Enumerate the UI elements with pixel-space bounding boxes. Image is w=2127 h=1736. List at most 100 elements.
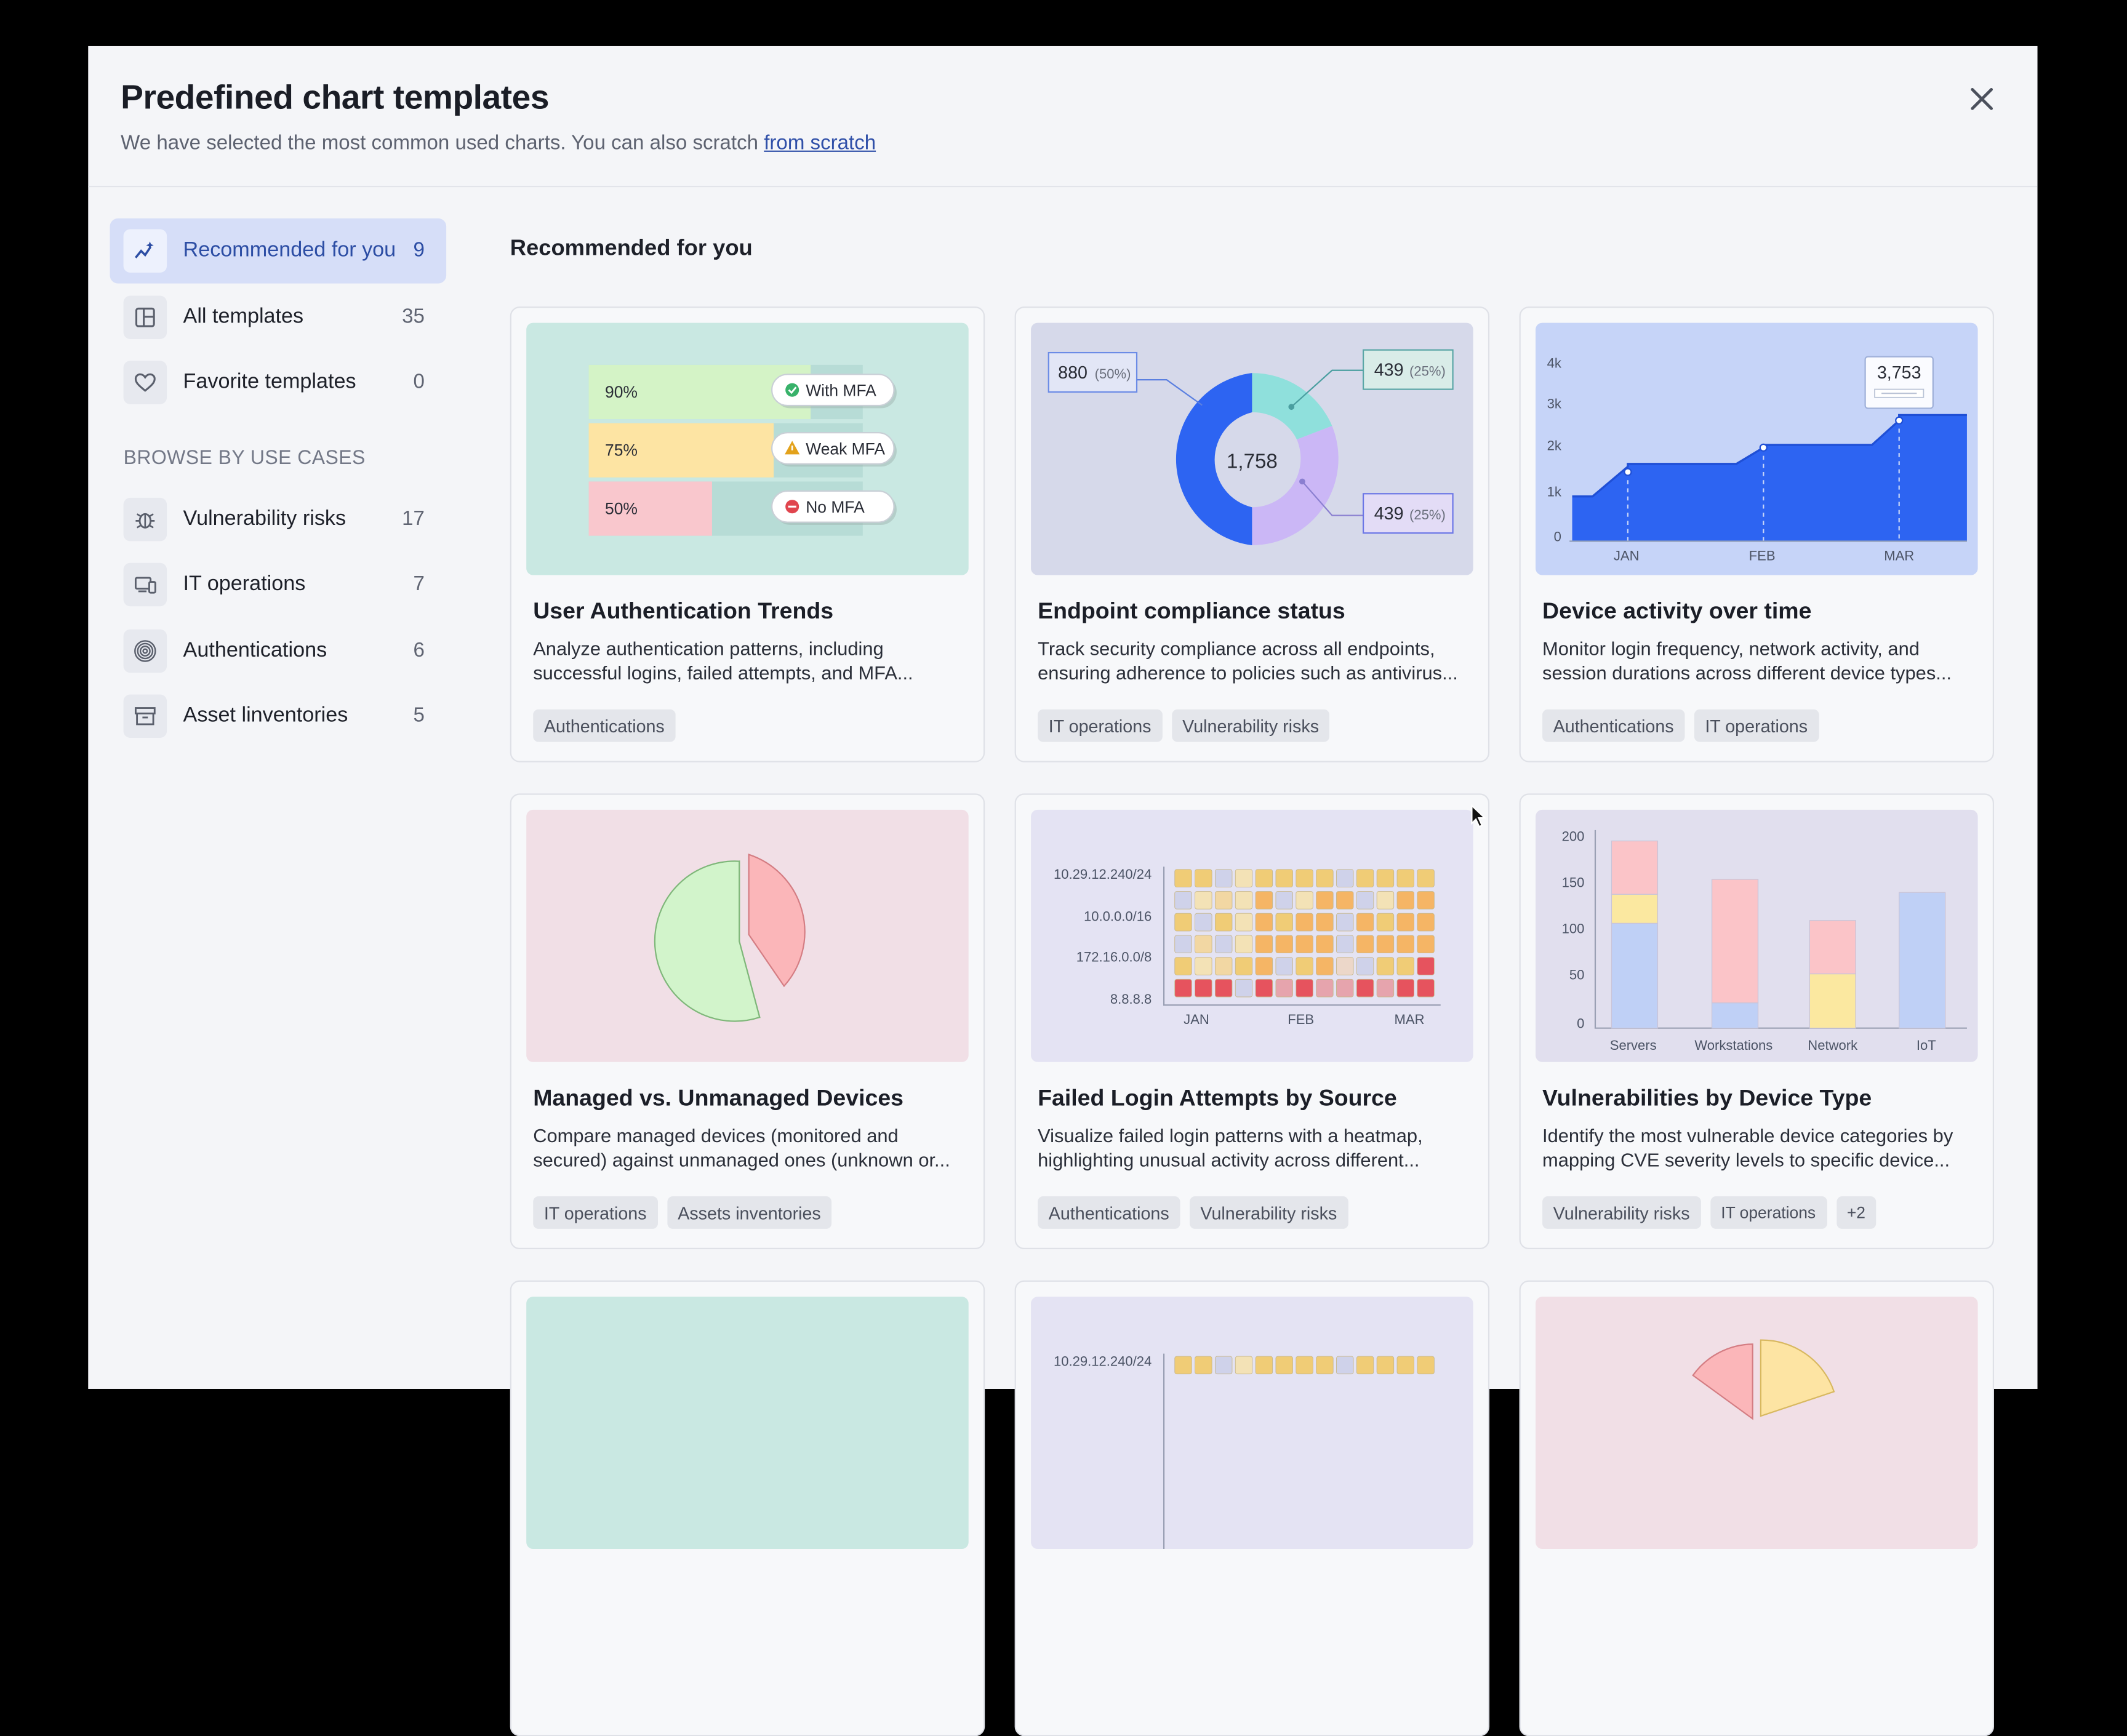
x-tick: JAN: [1614, 548, 1640, 563]
stacked-bar-segment: [1611, 894, 1659, 924]
modal-title: Predefined chart templates: [121, 78, 550, 117]
heatmap-cell: [1255, 957, 1273, 975]
heatmap-cell: [1356, 891, 1374, 910]
heatmap-cell: [1235, 935, 1253, 954]
heatmap-cell: [1214, 869, 1233, 887]
heatmap-cell: [1417, 869, 1435, 887]
heatmap-cell: [1275, 869, 1293, 887]
heatmap-cell: [1174, 957, 1192, 975]
heatmap-cell: [1214, 891, 1233, 910]
heatmap-cell: [1195, 891, 1212, 910]
use-cases-section-label: BROWSE BY USE CASES: [123, 447, 366, 469]
sidebar: Recommended for you 9 All templates 35 F…: [110, 218, 447, 750]
x-tick: JAN: [1184, 1012, 1209, 1027]
stacked-bar-segment: [1711, 1002, 1759, 1029]
card-tags: Authentications Vulnerability risks: [1038, 1196, 1348, 1229]
sidebar-item-vulnerability-risks[interactable]: Vulnerability risks 17: [110, 486, 447, 551]
sidebar-item-recommended[interactable]: Recommended for you 9: [110, 218, 447, 284]
bug-icon: [123, 497, 167, 541]
section-title: Recommended for you: [510, 236, 753, 261]
template-card-peek[interactable]: [1519, 1280, 1994, 1736]
sidebar-item-label: Vulnerability risks: [183, 506, 346, 530]
thumb-stacked-bars: 200 150 100 50 0 Servers Workstations Ne…: [1536, 809, 1978, 1062]
heatmap-cell: [1235, 913, 1253, 932]
heatmap-cell: [1356, 957, 1374, 975]
template-card-auth-trends[interactable]: 90% With MFA 75% Weak MFA 50% No MFA User Aut…: [510, 306, 985, 762]
heatmap-cell: [1417, 1356, 1435, 1375]
tag-more[interactable]: +2: [1836, 1196, 1877, 1229]
stacked-bar-segment: [1611, 840, 1659, 895]
heatmap-cell: [1275, 891, 1293, 910]
heatmap-cell: [1376, 869, 1395, 887]
card-tags: Authentications IT operations: [1542, 709, 1819, 742]
heatmap-cell: [1336, 935, 1354, 954]
heatmap-cell: [1396, 869, 1414, 887]
heatmap-cell: [1195, 913, 1212, 932]
thumb-peek: [526, 1297, 969, 1550]
heatmap-cell: [1195, 935, 1212, 954]
heatmap-cell: [1336, 913, 1354, 932]
tooltip-value: 3,753: [1877, 363, 1921, 383]
y-tick: 3k: [1547, 396, 1562, 411]
card-tags: IT operations Vulnerability risks: [1038, 709, 1330, 742]
heatmap-cell: [1417, 978, 1435, 998]
template-card-device-activity[interactable]: 4k 3k 2k 1k 0 JAN FEB MAR 3,753 Device a…: [1519, 306, 1994, 762]
donut-callout-pct: (25%): [1409, 364, 1446, 379]
heatmap-cell: [1195, 957, 1212, 975]
x-tick: FEB: [1749, 548, 1776, 563]
donut-total: 1,758: [1227, 450, 1278, 473]
y-tick: 2k: [1547, 438, 1562, 454]
card-description: Compare managed devices (monitored and s…: [533, 1124, 950, 1171]
sidebar-item-favorites[interactable]: Favorite templates 0: [110, 350, 447, 415]
y-tick: 200: [1562, 829, 1585, 844]
sidebar-item-count: 5: [413, 703, 425, 727]
heatmap-cell: [1316, 957, 1334, 975]
thumb-auth-bars: 90% With MFA 75% Weak MFA 50% No MFA: [526, 322, 969, 575]
tag: Authentications: [1038, 1196, 1180, 1229]
template-card-endpoint-compliance[interactable]: 880 (50%) 439 (25%) 439 (25%) 1,758 Endp…: [1014, 306, 1490, 762]
heatmap-cell: [1316, 978, 1334, 998]
heatmap-cell: [1376, 935, 1395, 954]
sidebar-item-count: 17: [402, 506, 425, 530]
heatmap-cell: [1275, 978, 1293, 998]
modal-header: Predefined chart templates We have selec…: [88, 46, 2038, 188]
heatmap-cell: [1396, 978, 1414, 998]
heatmap-cell: [1235, 891, 1253, 910]
tag: Vulnerability risks: [1542, 1196, 1701, 1229]
x-tick: Network: [1808, 1038, 1858, 1053]
sidebar-item-it-operations[interactable]: IT operations 7: [110, 552, 447, 617]
y-tick: 10.0.0.0/16: [1084, 909, 1152, 924]
card-tags: Authentications: [533, 709, 676, 742]
sidebar-item-count: 35: [402, 304, 425, 328]
fingerprint-icon: [123, 628, 167, 673]
sidebar-item-authentications[interactable]: Authentications 6: [110, 618, 447, 683]
card-title: Device activity over time: [1542, 598, 1812, 624]
heatmap-cell: [1336, 978, 1354, 998]
stacked-bar-segment: [1809, 920, 1856, 975]
heatmap-cell: [1296, 869, 1313, 887]
card-title: Endpoint compliance status: [1038, 598, 1345, 624]
sidebar-item-asset-inventories[interactable]: Asset linventories 5: [110, 684, 447, 749]
template-card-managed-devices[interactable]: Managed vs. Unmanaged Devices Compare ma…: [510, 793, 985, 1249]
tag: Vulnerability risks: [1171, 709, 1330, 742]
sidebar-item-all-templates[interactable]: All templates 35: [110, 284, 447, 350]
template-card-vulns-by-device[interactable]: 200 150 100 50 0 Servers Workstations Ne…: [1519, 793, 1994, 1249]
template-card-peek[interactable]: 10.29.12.240/24: [1014, 1280, 1490, 1736]
heatmap-cell: [1396, 891, 1414, 910]
heatmap-cell: [1316, 891, 1334, 910]
x-tick: Servers: [1610, 1038, 1657, 1053]
heatmap-cell: [1235, 1356, 1253, 1375]
thumb-heatmap: 10.29.12.240/24 10.0.0.0/16 172.16.0.0/8…: [1031, 809, 1473, 1062]
thumb-donut: 880 (50%) 439 (25%) 439 (25%) 1,758: [1031, 322, 1473, 575]
template-card-peek[interactable]: [510, 1280, 985, 1736]
x-tick: Workstations: [1694, 1038, 1772, 1053]
close-icon[interactable]: [1967, 84, 1997, 114]
donut-callout-pct: (50%): [1095, 366, 1131, 382]
from-scratch-link[interactable]: from scratch: [764, 132, 876, 154]
x-tick: MAR: [1884, 548, 1914, 563]
sidebar-item-label: Favorite templates: [183, 370, 356, 394]
heatmap-cell: [1356, 913, 1374, 932]
heatmap-cell: [1235, 978, 1253, 998]
auth-row-pct: 50%: [605, 499, 638, 518]
template-card-failed-logins[interactable]: 10.29.12.240/24 10.0.0.0/16 172.16.0.0/8…: [1014, 793, 1490, 1249]
